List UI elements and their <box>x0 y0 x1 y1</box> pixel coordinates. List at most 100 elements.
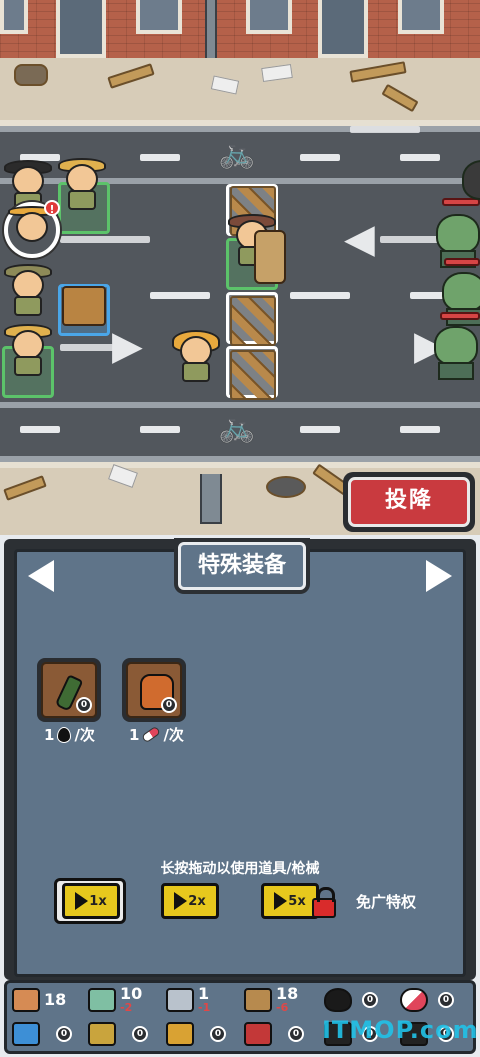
road-dash <box>20 426 60 433</box>
resource-value: 0 <box>288 1026 304 1042</box>
cost-unit: /次 <box>163 726 184 744</box>
road-dash <box>140 426 180 433</box>
wooden-barricade[interactable] <box>230 296 276 346</box>
resource-wood: 18 -6 <box>244 986 298 1013</box>
meat-icon <box>12 988 40 1012</box>
item-cost: 1 /次 <box>129 724 184 745</box>
debris-paper <box>261 63 293 83</box>
equipment-item-molotov[interactable]: 0 <box>37 658 101 722</box>
panel-title: 特殊装备 <box>178 542 306 590</box>
speed-1x-button[interactable]: 1x <box>62 883 120 919</box>
resource-value: 0 <box>56 1026 72 1042</box>
debris-plank <box>349 61 407 83</box>
ad-free-privilege-label[interactable]: 免广特权 <box>356 891 416 912</box>
cost-amount: 1 <box>129 725 140 744</box>
debris-plank <box>381 83 419 113</box>
surrender-button[interactable]: 投降 <box>343 472 475 532</box>
equipment-item-backpack[interactable]: 0 <box>122 658 186 722</box>
item-count: 0 <box>76 697 92 713</box>
debris-paper <box>108 464 138 488</box>
resource-oil: 0 <box>324 988 378 1012</box>
alert-badge-icon: ! <box>44 200 60 216</box>
resource-delta: -1 <box>198 1001 211 1014</box>
zombie-health-bar <box>444 258 480 266</box>
item-count: 0 <box>161 697 177 713</box>
center-dash <box>290 292 350 299</box>
metal-ingot-icon <box>166 987 194 1012</box>
speed-5x-button[interactable]: 5x <box>261 883 319 919</box>
oil-drop-icon <box>57 726 72 743</box>
survivor-unit-helmet[interactable] <box>170 328 220 384</box>
debris-barrel <box>14 64 48 86</box>
speed-label: 5x <box>288 893 306 909</box>
resource-delta: -2 <box>120 1001 133 1014</box>
cost-amount: 1 <box>44 725 55 744</box>
panel-title-tab: 特殊装备 <box>174 538 310 594</box>
road-dash <box>300 426 340 433</box>
wood-plank-icon <box>244 987 272 1012</box>
item-slot: 0 <box>41 662 97 718</box>
zombie-enemy[interactable] <box>430 326 480 380</box>
play-icon <box>75 892 89 910</box>
debris-plank <box>3 475 47 501</box>
resource-value: 18 <box>44 990 67 1009</box>
door-shield <box>254 230 286 284</box>
cloth-bandage-icon <box>88 987 116 1012</box>
oil-drop-icon <box>324 988 352 1012</box>
item-slot: 0 <box>126 662 182 718</box>
red-shells-icon <box>244 1022 272 1046</box>
shotgun-shells-icon <box>166 1022 194 1046</box>
speed-2x-button[interactable]: 2x <box>161 883 219 919</box>
zombie-enemy[interactable] <box>458 160 480 214</box>
resource-shotgun-shells: 0 <box>166 1022 226 1046</box>
building-window <box>136 0 182 34</box>
cost-unit: /次 <box>74 726 95 744</box>
zombie-health-bar <box>440 312 480 320</box>
battlefield[interactable]: ◀ ▶ ▶ 🚲 🚲 ! 投降 <box>0 0 480 535</box>
resources-bar: 18 10 -2 1 -1 18 -6 0 0 0 0 0 0 0 0 ITMO… <box>0 980 480 1057</box>
water-can-icon <box>12 1022 40 1046</box>
lane-arrow-right-icon: ▶ <box>112 323 143 369</box>
resource-value: 0 <box>438 992 454 1008</box>
play-icon <box>174 892 188 910</box>
resource-cloth: 10 -2 <box>88 986 142 1013</box>
building-door <box>318 0 368 58</box>
right-arrow-shaft <box>60 344 120 351</box>
building-window <box>0 0 28 34</box>
survivor-unit[interactable] <box>2 262 52 318</box>
survivor-unit[interactable] <box>2 322 52 378</box>
ballista-unit[interactable] <box>58 276 110 336</box>
resource-value: 0 <box>210 1026 226 1042</box>
resource-value: 18 <box>276 984 299 1003</box>
bike-lane-icon: 🚲 <box>218 136 256 171</box>
debris-paper <box>210 75 240 95</box>
wooden-barricade[interactable] <box>230 350 276 400</box>
resource-water: 0 <box>12 1022 72 1046</box>
speed-label: 2x <box>188 893 206 909</box>
bike-lane-icon: 🚲 <box>218 410 256 445</box>
road-dash <box>140 154 180 161</box>
rifle-ammo-icon <box>88 1022 116 1046</box>
resource-pills: 0 <box>400 988 454 1012</box>
next-category-icon[interactable] <box>426 560 452 592</box>
drag-hint-text: 长按拖动以使用道具/枪械 <box>160 861 320 877</box>
left-arrow-shaft <box>60 236 150 243</box>
resource-value: 0 <box>132 1026 148 1042</box>
lane-line <box>0 402 480 408</box>
lane-arrow-left-icon: ◀ <box>344 216 375 262</box>
center-dash <box>150 292 210 299</box>
building-door <box>56 0 106 58</box>
prev-category-icon[interactable] <box>28 560 54 592</box>
resource-value: 0 <box>362 992 378 1008</box>
building-window <box>246 0 292 34</box>
resource-value: 10 <box>120 984 143 1003</box>
road-dash <box>300 154 340 161</box>
resource-delta: -6 <box>276 1001 289 1014</box>
survivor-unit[interactable] <box>56 156 106 212</box>
upper-sidewalk <box>0 58 480 126</box>
speed-label: 1x <box>89 893 107 909</box>
road-dash <box>400 154 440 161</box>
resource-rifle-ammo: 0 <box>88 1022 148 1046</box>
pill-capsule-icon <box>141 725 162 744</box>
debris-plank <box>107 63 155 89</box>
